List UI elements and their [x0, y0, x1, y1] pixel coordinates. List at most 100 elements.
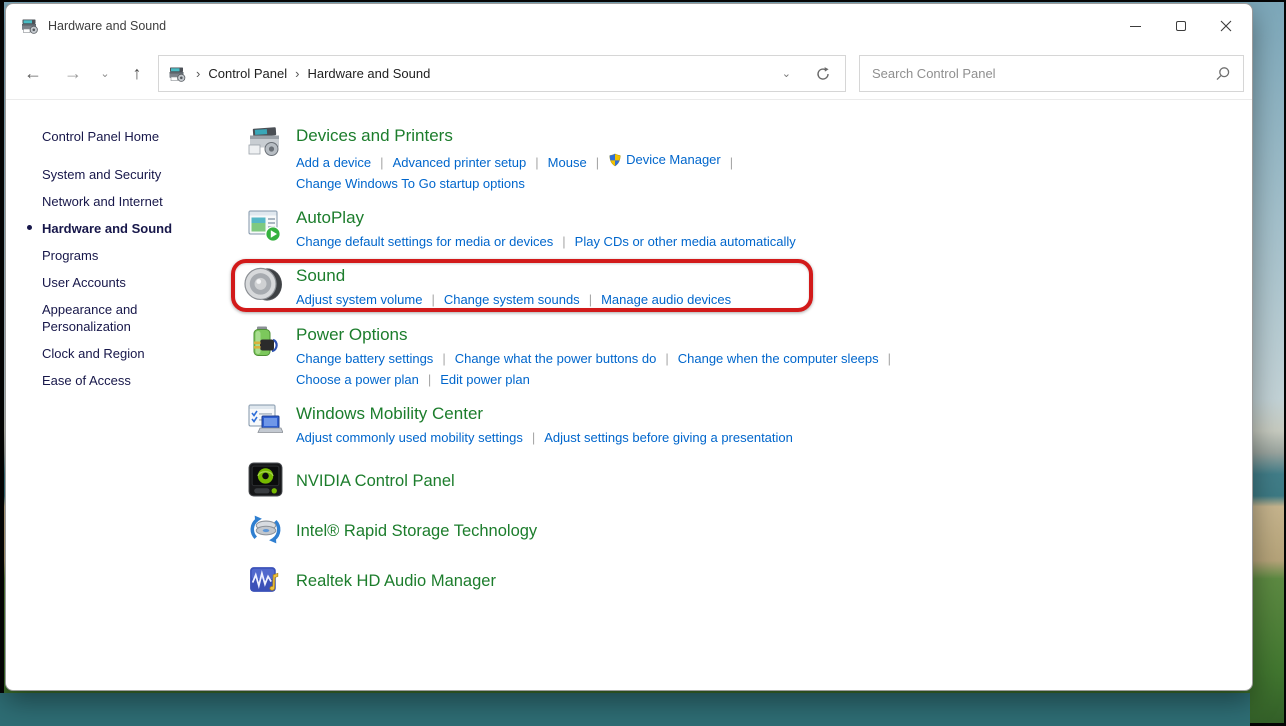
- up-icon[interactable]: ↑: [120, 56, 154, 90]
- maximize-button[interactable]: [1158, 4, 1203, 48]
- task-link-play-cds-or-other-media-automatically[interactable]: Play CDs or other media automatically: [575, 231, 796, 252]
- task-link-manage-audio-devices[interactable]: Manage audio devices: [601, 289, 731, 310]
- forward-icon[interactable]: →: [56, 56, 90, 90]
- back-icon[interactable]: ←: [16, 56, 50, 90]
- section-text: Sound Adjust system volume | Change system …: [296, 265, 731, 311]
- autoplay-icon[interactable]: [247, 207, 296, 252]
- sidebar-item-network-and-internet[interactable]: Network and Internet: [42, 193, 192, 210]
- task-link-label: Mouse: [548, 152, 587, 173]
- sidebar-item-label: Clock and Region: [42, 346, 145, 361]
- sidebar-item-label: System and Security: [42, 167, 161, 182]
- task-link-advanced-printer-setup[interactable]: Advanced printer setup: [393, 152, 527, 173]
- task-link-change-battery-settings[interactable]: Change battery settings: [296, 348, 433, 369]
- sidebar-item-clock-and-region[interactable]: Clock and Region: [42, 345, 192, 362]
- intel-icon[interactable]: [247, 511, 296, 553]
- task-link-mouse[interactable]: Mouse: [548, 152, 587, 173]
- task-link-change-default-settings-for-media-or-devices[interactable]: Change default settings for media or dev…: [296, 231, 553, 252]
- sidebar-item-control-panel-home[interactable]: Control Panel Home: [42, 128, 192, 145]
- refresh-icon[interactable]: [815, 66, 831, 82]
- task-link-change-system-sounds[interactable]: Change system sounds: [444, 289, 580, 310]
- section-sound: Sound Adjust system volume | Change system …: [247, 265, 1252, 311]
- task-link-edit-power-plan[interactable]: Edit power plan: [440, 369, 530, 390]
- hardware-and-sound-icon[interactable]: [21, 18, 39, 34]
- sidebar-item-system-and-security[interactable]: System and Security: [42, 166, 192, 183]
- sidebar-item-programs[interactable]: Programs: [42, 247, 192, 264]
- window-body: Control Panel Home System and Security Net…: [6, 100, 1252, 691]
- sidebar-item-user-accounts[interactable]: User Accounts: [42, 274, 192, 291]
- task-link-label: Choose a power plan: [296, 369, 419, 390]
- section-intel-rapid-storage-technology: Intel® Rapid Storage Technology: [247, 511, 1252, 553]
- section-title-link[interactable]: Windows Mobility Center: [296, 403, 793, 424]
- task-link-label: Change Windows To Go startup options: [296, 173, 525, 194]
- active-item-bullet-icon: [27, 225, 32, 230]
- section-title-link[interactable]: AutoPlay: [296, 207, 796, 228]
- search-input[interactable]: [872, 66, 1215, 81]
- task-row: Adjust commonly used mobility settings | A…: [296, 427, 793, 448]
- task-link-adjust-system-volume[interactable]: Adjust system volume: [296, 289, 422, 310]
- section-title-link[interactable]: NVIDIA Control Panel: [296, 471, 455, 492]
- titlebar: Hardware and Sound: [6, 4, 1252, 48]
- section-nvidia-control-panel: NVIDIA Control Panel: [247, 461, 1252, 503]
- sidebar-item-label: Network and Internet: [42, 194, 163, 209]
- task-link-label: Change system sounds: [444, 289, 580, 310]
- task-separator: |: [428, 372, 431, 387]
- sidebar-item-label: Hardware and Sound: [42, 221, 172, 236]
- close-icon: [1220, 20, 1232, 32]
- nvidia-icon[interactable]: [247, 461, 296, 503]
- task-separator: |: [596, 155, 599, 170]
- section-title-link[interactable]: Devices and Printers: [296, 125, 742, 146]
- previous-locations-chevron-icon[interactable]: ⌄: [782, 67, 791, 80]
- sidebar: Control Panel Home System and Security Net…: [6, 100, 246, 691]
- task-link-adjust-commonly-used-mobility-settings[interactable]: Adjust commonly used mobility settings: [296, 427, 523, 448]
- breadcrumb-control-panel[interactable]: Control Panel: [208, 66, 287, 81]
- breadcrumb-chevron-icon[interactable]: ›: [295, 66, 299, 81]
- minimize-button[interactable]: [1113, 4, 1158, 48]
- task-link-label: Advanced printer setup: [393, 152, 527, 173]
- task-link-change-when-the-computer-sleeps[interactable]: Change when the computer sleeps: [678, 348, 879, 369]
- task-link-choose-a-power-plan[interactable]: Choose a power plan: [296, 369, 419, 390]
- devices-printers-icon[interactable]: [247, 125, 296, 194]
- task-separator: |: [380, 155, 383, 170]
- task-link-label: Adjust system volume: [296, 289, 422, 310]
- task-separator: |: [532, 430, 535, 445]
- section-title-link[interactable]: Intel® Rapid Storage Technology: [296, 521, 537, 542]
- section-text: Windows Mobility Center Adjust commonly u…: [296, 403, 793, 448]
- breadcrumb-hardware-and-sound[interactable]: Hardware and Sound: [307, 66, 430, 81]
- task-link-add-a-device[interactable]: Add a device: [296, 152, 371, 173]
- control-panel-icon[interactable]: [169, 66, 186, 82]
- recent-pages-chevron-icon[interactable]: ⌄: [94, 56, 116, 90]
- search-icon[interactable]: [1215, 66, 1231, 82]
- section-title-link[interactable]: Sound: [296, 265, 731, 286]
- realtek-icon[interactable]: [247, 561, 296, 603]
- section-title-link[interactable]: Realtek HD Audio Manager: [296, 571, 496, 592]
- task-link-label: Change when the computer sleeps: [678, 348, 879, 369]
- task-separator: |: [535, 155, 538, 170]
- sound-icon[interactable]: [247, 265, 296, 311]
- section-title-link[interactable]: Power Options: [296, 324, 900, 345]
- task-link-adjust-settings-before-giving-a-presentation[interactable]: Adjust settings before giving a presenta…: [544, 427, 793, 448]
- task-separator: |: [888, 351, 891, 366]
- task-separator: |: [442, 351, 445, 366]
- section-text: Realtek HD Audio Manager: [296, 571, 496, 592]
- sidebar-item-hardware-and-sound[interactable]: Hardware and Sound: [42, 220, 192, 237]
- task-separator: |: [665, 351, 668, 366]
- task-link-label: Device Manager: [626, 149, 721, 170]
- sidebar-item-appearance-and-personalization[interactable]: Appearance and Personalization: [42, 301, 192, 335]
- section-text: NVIDIA Control Panel: [296, 471, 455, 492]
- task-separator: |: [730, 155, 733, 170]
- close-button[interactable]: [1203, 4, 1248, 48]
- power-icon[interactable]: [247, 324, 296, 390]
- sidebar-item-ease-of-access[interactable]: Ease of Access: [42, 372, 192, 389]
- task-link-label: Add a device: [296, 152, 371, 173]
- task-link-label: Change battery settings: [296, 348, 433, 369]
- screenshot-frame: Hardware and Sound ← → ⌄ ↑ › Control Pan…: [0, 0, 1286, 726]
- sidebar-item-label: User Accounts: [42, 275, 126, 290]
- task-separator: |: [589, 292, 592, 307]
- task-link-device-manager[interactable]: Device Manager: [608, 149, 721, 170]
- task-link-change-windows-to-go-startup-options[interactable]: Change Windows To Go startup options: [296, 173, 525, 194]
- breadcrumb-chevron-icon[interactable]: ›: [196, 66, 200, 81]
- task-row: Change battery settings | Change what the …: [296, 348, 900, 369]
- mobility-icon[interactable]: [247, 403, 296, 448]
- section-text: Power OptionsChange battery settings|Cha…: [296, 324, 900, 390]
- task-link-change-what-the-power-buttons-do[interactable]: Change what the power buttons do: [455, 348, 657, 369]
